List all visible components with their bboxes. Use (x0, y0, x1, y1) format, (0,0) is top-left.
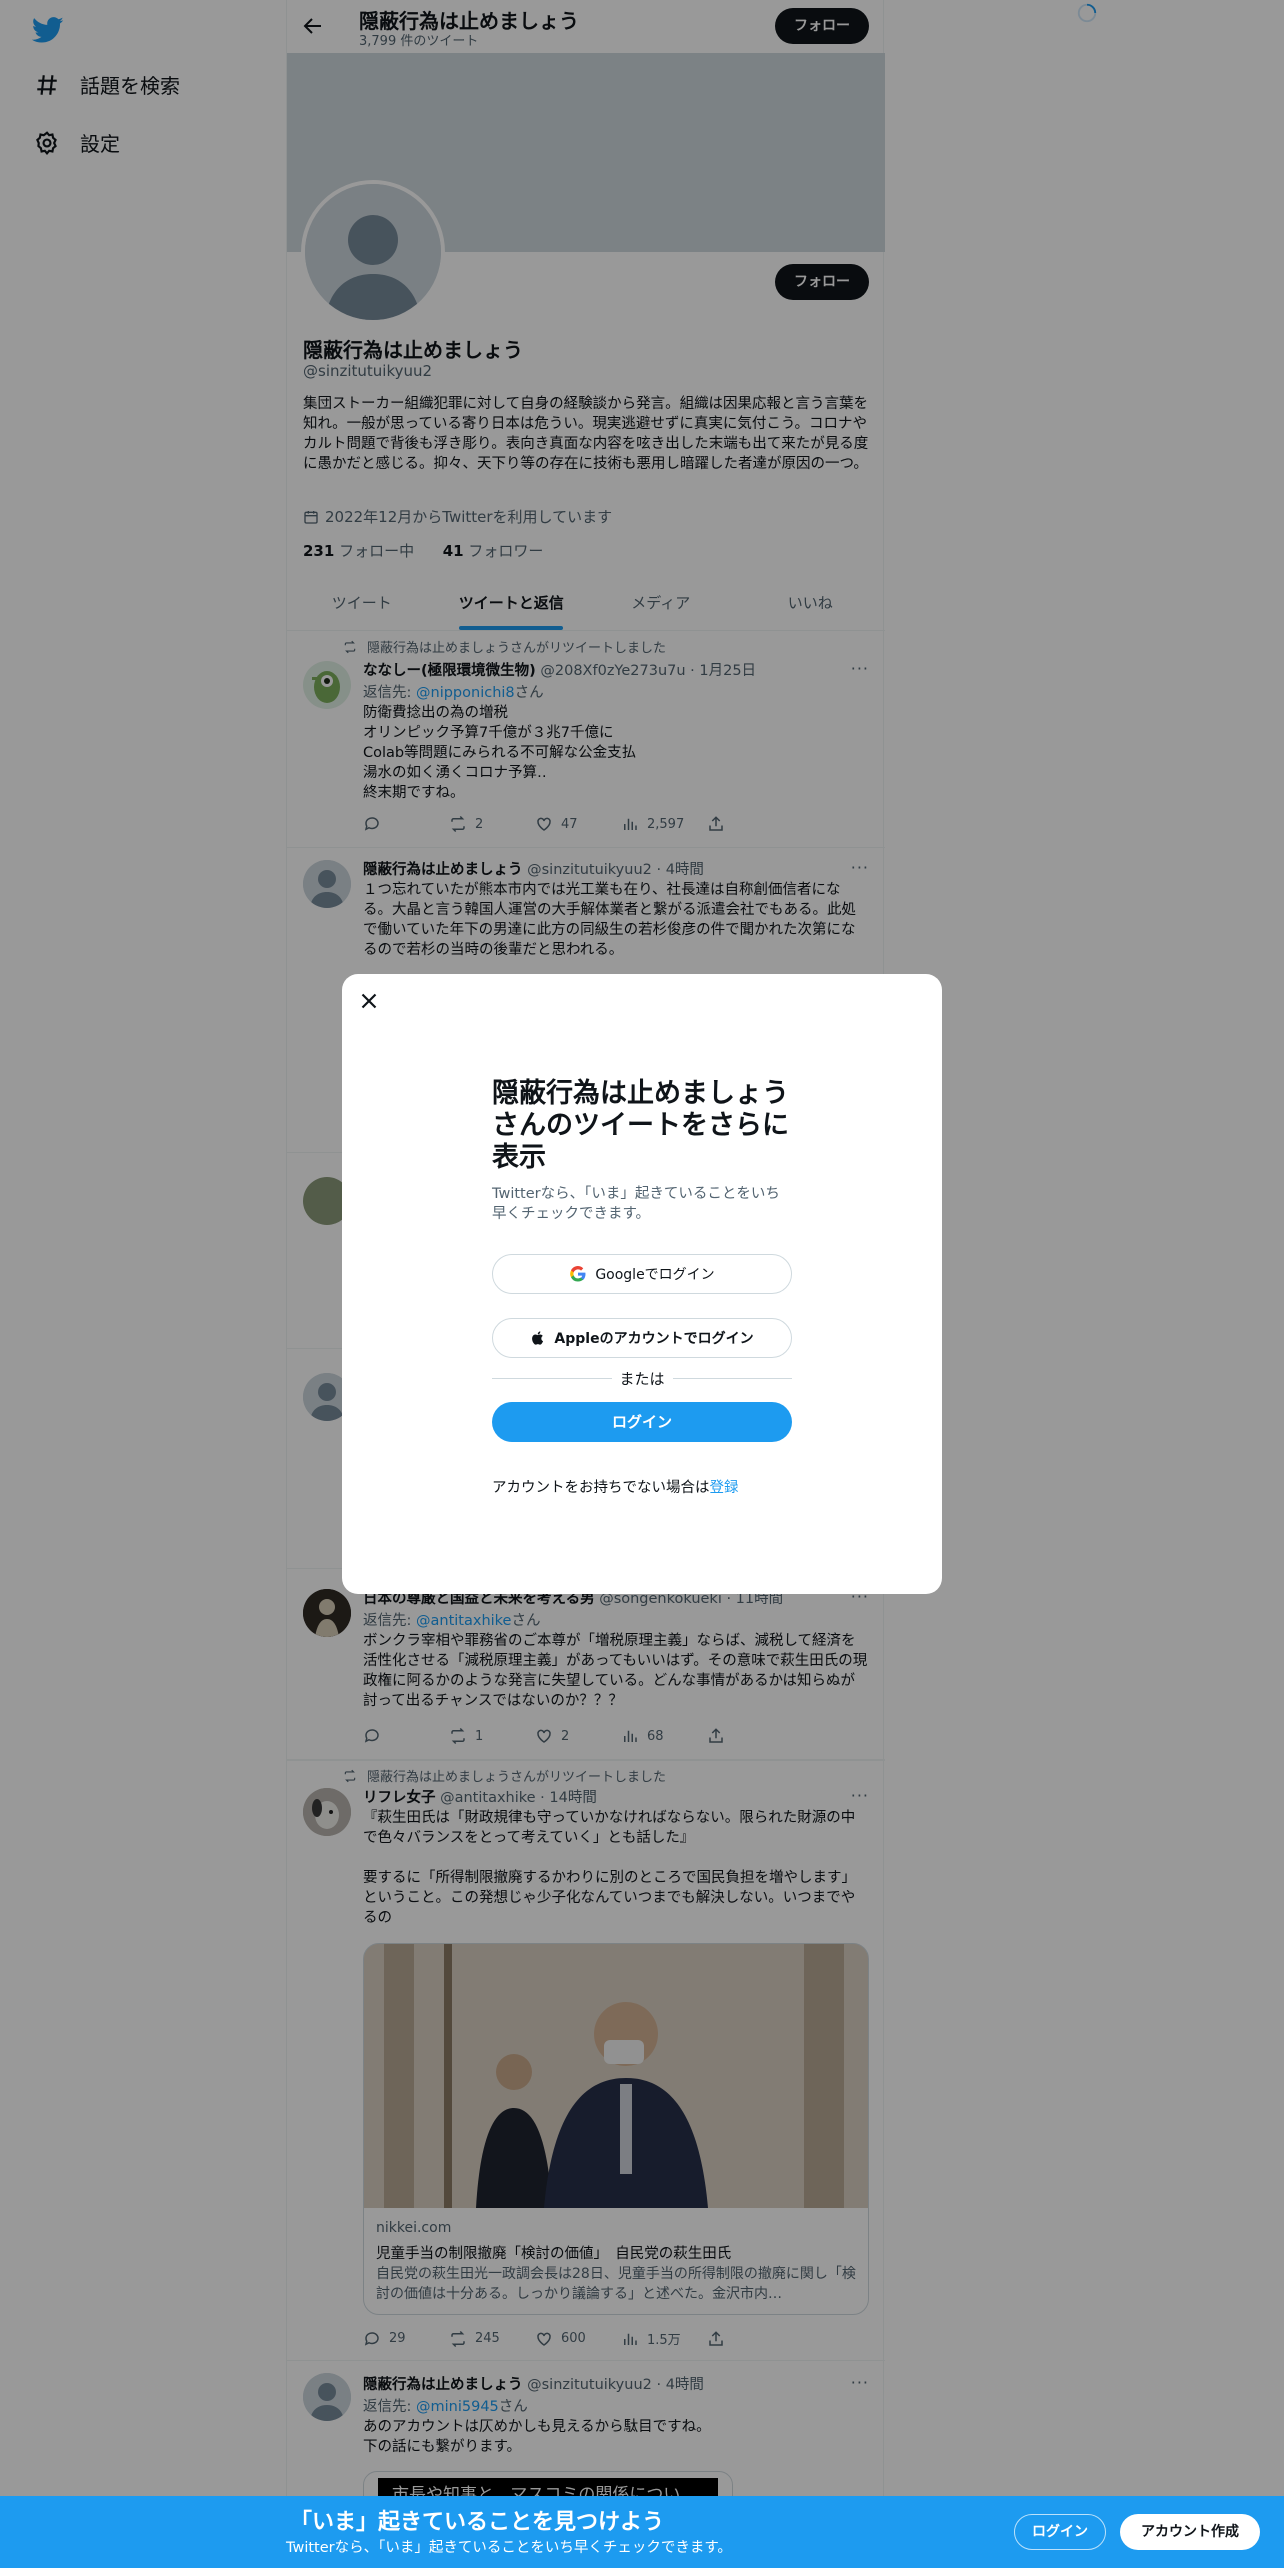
modal-title: 隠蔽行為は止めましょうさんのツイートをさらに表示 (492, 1078, 789, 1173)
modal-login-button[interactable]: ログイン (492, 1402, 792, 1442)
bottom-signup-button[interactable]: アカウント作成 (1120, 2514, 1260, 2550)
apple-login-label: Appleのアカウントでログイン (554, 1331, 754, 1347)
google-login-label: Googleでログイン (595, 1267, 715, 1283)
modal-subtitle: Twitterなら、「いま」起きていることをいち早くチェックできます。 (492, 1186, 780, 1222)
bottom-login-button[interactable]: ログイン (1014, 2514, 1106, 2550)
no-account-label: アカウントをお持ちでない場合は (492, 1480, 710, 1496)
or-label: または (619, 1370, 665, 1388)
close-icon[interactable] (356, 988, 382, 1014)
or-divider: または (492, 1368, 793, 1389)
apple-login-button[interactable]: Appleのアカウントでログイン (492, 1318, 792, 1358)
google-login-button[interactable]: Googleでログイン (492, 1254, 792, 1294)
bottom-bar-subtitle: Twitterなら、「いま」起きていることをいち早くチェックできます。 (286, 2540, 732, 2556)
apple-icon (532, 1331, 544, 1345)
login-modal: 隠蔽行為は止めましょうさんのツイートをさらに表示 Twitterなら、「いま」起… (342, 974, 942, 1594)
bottom-bar-title: 「いま」起きていることを見つけよう (290, 2510, 665, 2535)
no-account-text: アカウントをお持ちでない場合は登録 (492, 1476, 739, 1497)
google-icon (570, 1266, 586, 1282)
bottom-signup-bar: 「いま」起きていることを見つけよう Twitterなら、「いま」起きていることを… (0, 2496, 1284, 2568)
signup-link[interactable]: 登録 (710, 1480, 739, 1496)
